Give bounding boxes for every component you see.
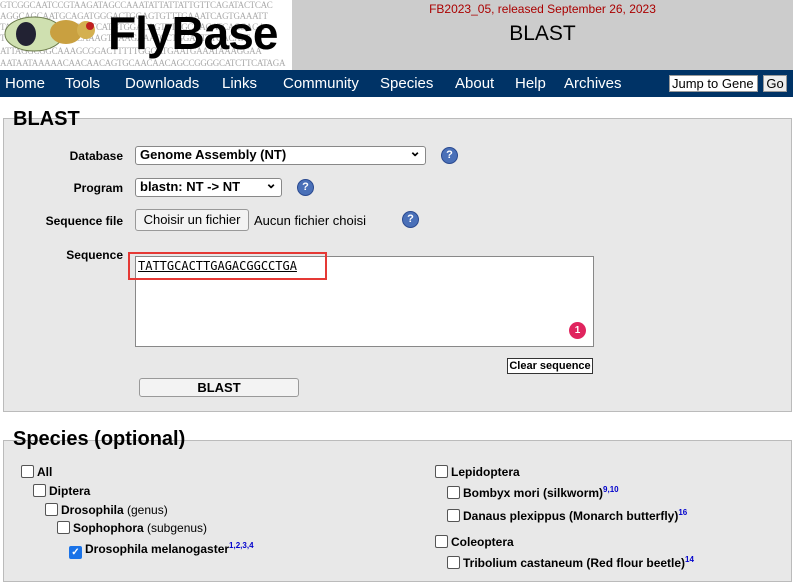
logo-text: FlyBase [108,7,278,59]
go-button[interactable]: Go [763,75,787,92]
highlight-box [128,252,327,280]
reference-links[interactable]: 16 [678,508,687,517]
checkbox-icon[interactable] [21,465,34,478]
flybase-logo[interactable]: GTCGGCAATCCGTAAGATAGCCAAATATTATTATTGTTCA… [0,0,292,70]
species-name: Danaus plexippus (Monarch butterfly) [463,509,679,523]
species-checkbox[interactable]: Drosophila (genus) [45,502,168,517]
species-name: Lepidoptera [451,465,520,479]
species-checkbox[interactable]: All [21,464,52,479]
help-icon[interactable]: ? [402,211,419,228]
release-info: FB2023_05, released September 26, 2023 [429,2,656,16]
nav-home[interactable]: Home [5,75,45,92]
nav-help[interactable]: Help [515,75,546,92]
species-name: Drosophila melanogaster [85,542,230,556]
nav-tools[interactable]: Tools [65,75,100,92]
species-name: Coleoptera [451,535,514,549]
checkbox-icon[interactable]: ✓ [69,546,82,559]
species-legend: Species (optional) [13,428,186,450]
choose-file-button[interactable]: Choisir un fichier [135,209,249,231]
nav-about[interactable]: About [455,75,494,92]
species-checkbox[interactable]: ✓ Drosophila melanogaster1,2,3,4 [69,541,254,559]
blast-legend: BLAST [13,108,80,130]
reference-links[interactable]: 1,2,3,4 [229,541,253,550]
species-name: Diptera [49,484,91,498]
species-checkbox[interactable]: Diptera [33,483,90,498]
clear-sequence-button[interactable]: Clear sequence [507,358,593,374]
checkbox-icon[interactable] [33,484,46,497]
sequence-label: Sequence [66,248,123,262]
blast-submit-button[interactable]: BLAST [139,378,299,397]
help-icon[interactable]: ? [297,179,314,196]
nav-archives[interactable]: Archives [564,75,622,92]
sequence-file-label: Sequence file [45,214,123,228]
checkbox-icon[interactable] [435,535,448,548]
no-file-text: Aucun fichier choisi [254,213,366,228]
checkbox-icon[interactable] [45,503,58,516]
page-title: BLAST [509,22,576,45]
checkbox-icon[interactable] [447,509,460,522]
species-checkbox[interactable]: Danaus plexippus (Monarch butterfly)16 [447,508,687,523]
jump-to-gene-input[interactable]: Jump to Gene [669,75,758,92]
nav-links[interactable]: Links [222,75,257,92]
checkbox-icon[interactable] [57,521,70,534]
species-name: Tribolium castaneum (Red flour beetle) [463,556,686,570]
nav-downloads[interactable]: Downloads [125,75,199,92]
species-rank: (subgenus) [143,521,208,535]
species-name: All [37,465,53,479]
reference-links[interactable]: 9,10 [603,485,619,494]
species-checkbox[interactable]: Sophophora (subgenus) [57,520,207,535]
species-name: Bombyx mori (silkworm) [463,486,604,500]
species-name: Sophophora [73,521,144,535]
help-icon[interactable]: ? [441,147,458,164]
species-rank: (genus) [123,503,168,517]
checkbox-icon[interactable] [435,465,448,478]
database-label: Database [69,149,123,163]
checkbox-icon[interactable] [447,486,460,499]
program-label: Program [73,181,123,195]
program-select[interactable]: blastn: NT -> NT [135,175,282,197]
species-checkbox[interactable]: Lepidoptera [435,464,520,479]
nav-species[interactable]: Species [380,75,433,92]
species-name: Drosophila [61,503,124,517]
fly-icon [4,16,95,52]
nav-community[interactable]: Community [283,75,359,92]
species-checkbox[interactable]: Bombyx mori (silkworm)9,10 [447,485,619,500]
species-checkbox[interactable]: Coleoptera [435,534,514,549]
notification-badge[interactable]: 1 [569,322,586,339]
database-select[interactable]: Genome Assembly (NT) [135,143,426,165]
